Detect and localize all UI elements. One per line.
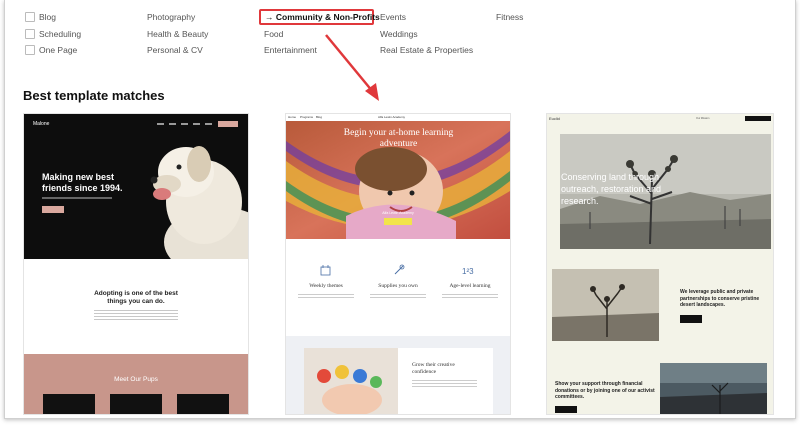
nav-our-mission: Our Mission (696, 117, 710, 120)
mid-text: We leverage public and private partnersh… (680, 289, 760, 308)
supplies-icon (394, 264, 405, 275)
promo-heading: Grow their creative confidence (412, 362, 455, 375)
nav-home: Home (288, 115, 297, 119)
template-card-malone[interactable]: Malone Making new best friends since 199… (23, 113, 249, 415)
feature-supplies: Supplies you own (378, 283, 418, 289)
hero-title: Making new best friends since 1994. (42, 172, 123, 193)
bottom-section: Meet Our Pups (24, 354, 248, 414)
section-title: Best template matches (23, 88, 165, 103)
numbers-icon: 1²3 (462, 267, 474, 276)
pup-photo-2 (110, 394, 162, 414)
template-brand: Euclid (549, 116, 560, 121)
bottom-heading: Meet Our Pups (114, 376, 158, 383)
promo-text-box: Grow their creative confidence (398, 348, 493, 414)
hero-button (42, 206, 64, 213)
mid-heading: Adopting is one of the best things you c… (94, 290, 178, 305)
promo-section: Grow their creative confidence (286, 336, 510, 414)
mid-button (680, 315, 702, 323)
template-brand: Alfa Lewin Academy (378, 115, 406, 119)
hero-section: Malone Making new best friends since 199… (24, 114, 248, 259)
hero-caption (42, 197, 112, 199)
feature-text-1 (298, 294, 354, 300)
nav-blog: Blog (316, 115, 323, 119)
bottom-button (555, 406, 577, 413)
template-card-alfa-lewin-academy[interactable]: Home Programs Blog Alfa Lewin Academy Be… (285, 113, 511, 415)
top-nav: Home Programs Blog Alfa Lewin Academy (286, 114, 510, 121)
svg-text:1²3: 1²3 (462, 267, 474, 276)
hero-button (384, 218, 412, 225)
template-browser: Blog Scheduling One Page Photography Hea… (4, 0, 796, 419)
feature-text-2 (370, 294, 426, 300)
desert-cloud-photo-icon (660, 363, 767, 414)
feature-text-3 (442, 294, 498, 300)
nav-button (218, 121, 238, 127)
hero-subtitle: Alfa Lewin Academy (382, 211, 414, 215)
dog-photo-icon (150, 146, 248, 259)
template-card-euclid[interactable]: Euclid Our Mission Conserving land throu… (546, 113, 774, 415)
hero-title: Begin your at-home learning adventure (343, 128, 454, 149)
joshua-tree-photo-icon (552, 269, 659, 341)
calendar-icon (320, 265, 331, 276)
feature-weekly-themes: Weekly themes (309, 283, 343, 289)
paint-hand-photo-icon (304, 348, 398, 414)
mid-body-text (94, 310, 178, 322)
pup-photo-1 (43, 394, 95, 414)
bottom-text: Show your support through financial dona… (555, 381, 655, 400)
nav-programs: Programs (300, 115, 314, 119)
template-brand: Malone (33, 121, 50, 127)
hero-title: Conserving land through outreach, restor… (561, 172, 662, 206)
promo-body (412, 380, 477, 388)
nav-links (157, 123, 212, 125)
feature-age-level: Age-level learning (449, 283, 491, 289)
nav-get-involved-button (745, 116, 771, 121)
pup-photo-3 (177, 394, 229, 414)
